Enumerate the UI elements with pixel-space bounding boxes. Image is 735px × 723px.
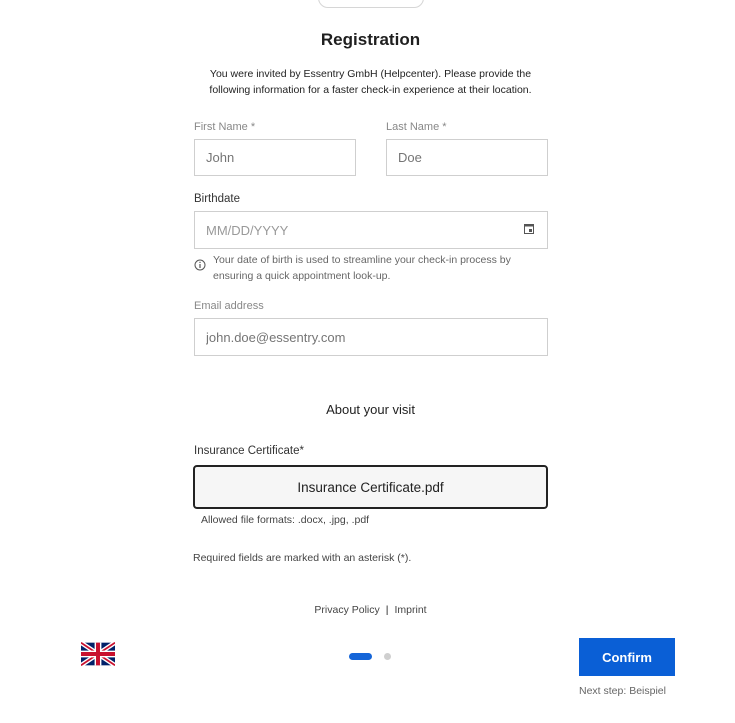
- birthdate-field[interactable]: MM/DD/YYYY: [194, 211, 548, 249]
- imprint-link[interactable]: Imprint: [395, 604, 427, 616]
- intro-text: You were invited by Essentry GmbH (Helpc…: [209, 68, 532, 96]
- privacy-policy-link[interactable]: Privacy Policy: [314, 604, 379, 616]
- email-label: Email address: [194, 300, 264, 312]
- top-pill: [318, 0, 424, 8]
- last-name-label: Last Name *: [386, 121, 447, 133]
- step-dot-active: [349, 653, 372, 660]
- next-step-text: Next step: Beispiel: [579, 685, 666, 697]
- birthdate-label: Birthdate: [194, 193, 241, 205]
- last-name-input[interactable]: [386, 139, 548, 176]
- required-fields-note: Required fields are marked with an aster…: [193, 552, 412, 564]
- uploaded-file-name: Insurance Certificate.pdf: [297, 479, 444, 495]
- calendar-icon[interactable]: [524, 223, 534, 234]
- allowed-formats-text: Allowed file formats: .docx, .jpg, .pdf: [201, 514, 370, 526]
- confirm-button[interactable]: Confirm: [579, 638, 675, 676]
- birthdate-hint: Your date of birth is used to streamline…: [213, 254, 511, 282]
- visit-section-title: About your visit: [326, 402, 415, 417]
- footer-separator: |: [385, 604, 389, 616]
- step-dot: [384, 653, 391, 660]
- email-input[interactable]: [194, 318, 548, 356]
- footer-links: Privacy Policy | Imprint: [0, 604, 735, 616]
- info-icon: [194, 259, 206, 271]
- first-name-label: First Name *: [194, 121, 256, 133]
- insurance-upload-button[interactable]: Insurance Certificate.pdf: [193, 465, 548, 509]
- uk-flag-icon[interactable]: [81, 642, 115, 666]
- insurance-label: Insurance Certificate*: [194, 445, 304, 457]
- birthdate-placeholder: MM/DD/YYYY: [206, 222, 289, 238]
- first-name-input[interactable]: [194, 139, 356, 176]
- page-title: Registration: [320, 30, 421, 49]
